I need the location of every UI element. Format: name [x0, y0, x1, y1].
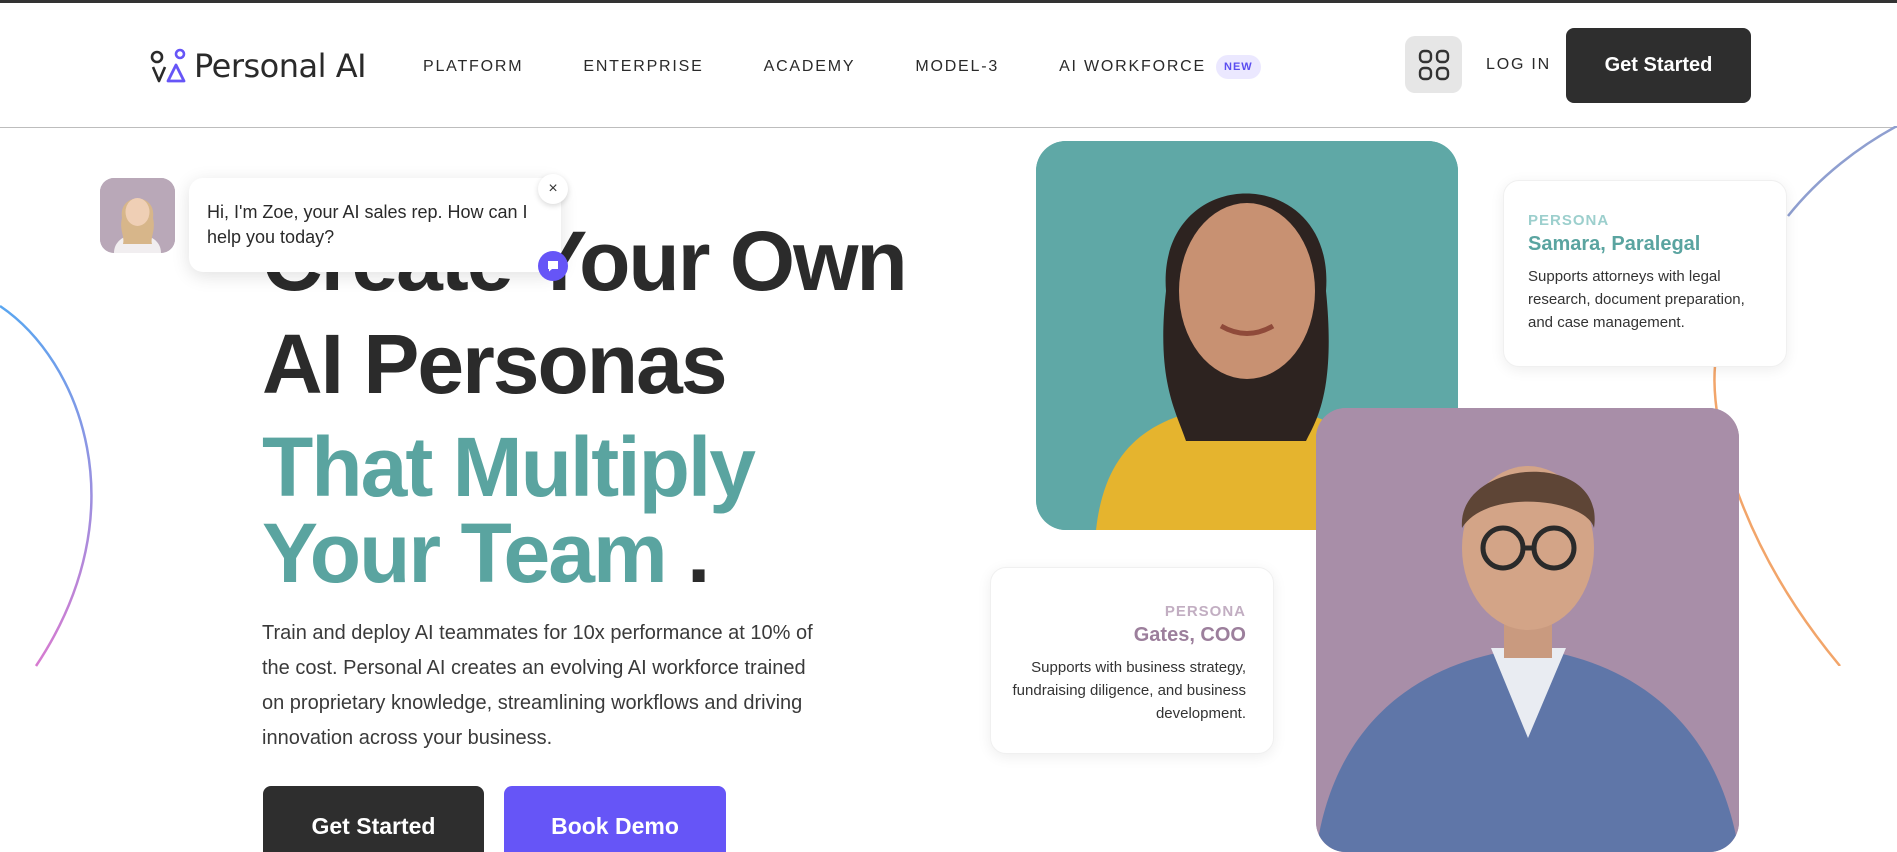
book-demo-button[interactable]: Book Demo — [504, 786, 726, 852]
personal-ai-logo-icon — [150, 48, 186, 83]
chat-agent-avatar[interactable] — [100, 178, 175, 253]
nav-item-ai-workforce-label: AI WORKFORCE — [1059, 58, 1206, 76]
brand-name: Personal AI — [194, 47, 367, 85]
chat-open-button[interactable] — [538, 251, 568, 281]
grid-icon — [1418, 49, 1449, 80]
chat-bubble-icon — [548, 261, 558, 272]
persona-description: Supports attorneys with legal research, … — [1528, 268, 1745, 331]
header-get-started-button[interactable]: Get Started — [1566, 28, 1751, 103]
chat-close-button[interactable]: × — [538, 174, 568, 204]
decorative-arc-left — [0, 304, 93, 667]
nav-item-platform[interactable]: PLATFORM — [423, 58, 523, 76]
nav-item-enterprise[interactable]: ENTERPRISE — [583, 58, 703, 76]
brand-logo[interactable]: Personal AI — [150, 47, 367, 85]
persona-card-gates: PERSONA Gates, COO Supports with busines… — [990, 567, 1274, 754]
agent-portrait-icon — [100, 178, 175, 253]
nav-item-academy[interactable]: ACADEMY — [764, 58, 856, 76]
hero-title-line-4-text: Your Team — [262, 506, 668, 600]
persona-kicker: PERSONA — [1164, 603, 1246, 620]
login-link[interactable]: LOG IN — [1486, 56, 1551, 74]
nav-item-ai-workforce[interactable]: AI WORKFORCE NEW — [1059, 55, 1261, 79]
new-badge: NEW — [1216, 55, 1261, 79]
nav-item-model-3[interactable]: MODEL-3 — [915, 58, 999, 76]
apps-menu-button[interactable] — [1405, 36, 1462, 93]
persona-name: Gates, COO — [1133, 624, 1246, 646]
chat-message-bubble[interactable]: Hi, I'm Zoe, your AI sales rep. How can … — [189, 178, 561, 272]
persona-card-samara: PERSONA Samara, Paralegal Supports attor… — [1503, 180, 1787, 367]
main-nav: PLATFORM ENTERPRISE ACADEMY MODEL-3 AI W… — [423, 55, 1321, 79]
hero-title-line-3: That Multiply — [262, 420, 756, 514]
site-header: Personal AI PLATFORM ENTERPRISE ACADEMY … — [0, 3, 1897, 128]
hero-title-line-2: AI Personas — [262, 317, 728, 411]
hero-description: Train and deploy AI teammates for 10x pe… — [262, 622, 813, 749]
hero-get-started-button[interactable]: Get Started — [263, 786, 484, 852]
persona-kicker: PERSONA — [1528, 212, 1610, 229]
hero-title-line-4: Your Team . — [262, 505, 710, 602]
persona-name: Samara, Paralegal — [1528, 233, 1701, 255]
persona-description: Supports with business strategy, fundrai… — [1012, 659, 1247, 722]
persona-photo-gates — [1316, 408, 1739, 852]
close-icon: × — [548, 180, 558, 197]
hero-title-dot: . — [686, 506, 710, 600]
man-portrait-illustration — [1316, 408, 1739, 852]
